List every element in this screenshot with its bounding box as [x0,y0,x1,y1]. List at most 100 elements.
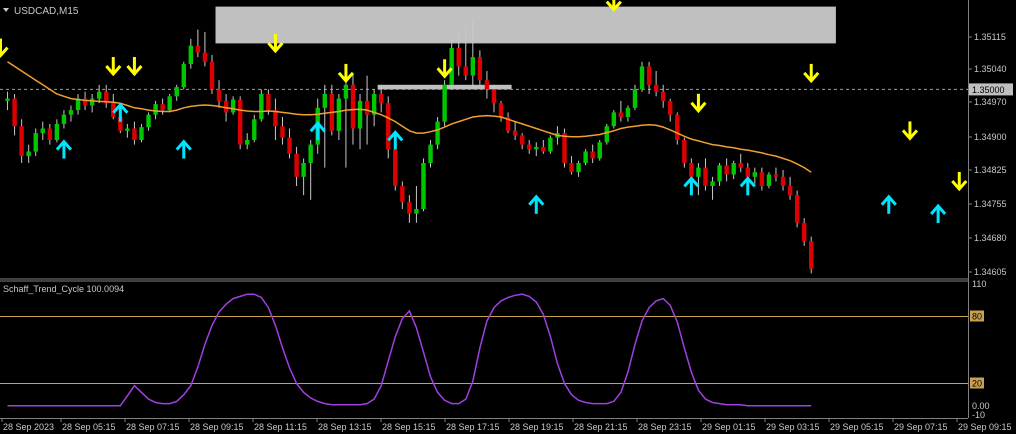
time-tick-label: 28 Sep 17:15 [446,422,500,432]
price-tick-label: 1.34680 [974,233,1007,243]
candle-body [738,163,743,168]
symbol-title: USDCAD,M15 [14,6,79,17]
candle [386,96,391,159]
candle-body [386,103,391,150]
candle-body [562,133,567,163]
candle-body [336,98,342,131]
candle-body [512,130,518,136]
time-tick-label: 28 Sep 13:15 [318,422,372,432]
candle-body [195,45,201,53]
candle-body [400,186,405,203]
time-tick-label: 28 Sep 09:15 [190,422,244,432]
candle-body [491,89,497,104]
candle-body [252,119,257,140]
candle-body [682,140,687,163]
candle-body [160,104,165,111]
candle-body [477,57,483,81]
indicator-level-label: 80 [972,312,982,322]
candle-body [717,165,722,182]
candle-body [660,91,666,101]
price-tick-label: 1.35115 [974,32,1006,42]
candle-body [237,99,243,145]
candle-body [794,195,800,223]
time-tick-label: 28 Sep 2023 [3,422,54,432]
candle [604,123,609,145]
indicator-tick-label: 110 [972,279,986,289]
candle [583,149,588,166]
candle [809,236,814,274]
candle-body [350,84,356,129]
candle-body [442,84,447,122]
candle-body [731,163,736,175]
candle-body [174,87,179,97]
candle-body [801,222,807,242]
time-tick-label: 28 Sep 23:15 [638,422,692,432]
price-tick-label: 1.34755 [974,199,1007,209]
candle-body [498,103,504,117]
candle-body [266,94,271,111]
candle-body [653,84,659,92]
candle-body [724,165,729,175]
price-tick-label: 1.35040 [974,64,1007,74]
candle-body [273,110,278,127]
candle-body [541,146,546,152]
candle-body [809,241,814,269]
candle-body [407,202,412,214]
candle-body [26,151,31,157]
candle-body [618,112,624,117]
candle-body [125,128,130,131]
time-tick-label: 29 Sep 01:15 [702,422,756,432]
candle-body [89,98,95,106]
indicator-level-label: 20 [972,379,982,389]
candle-body [146,114,151,128]
candle-body [188,45,194,65]
candle [597,140,602,161]
candle-body [19,126,24,157]
price-tick-label: 1.34970 [974,97,1007,107]
candle-body [583,151,588,163]
candle-body [668,100,673,115]
candle [611,110,617,129]
candle [794,190,800,228]
candle-body [569,163,574,173]
candle-body [47,128,53,140]
candle-body [378,94,384,104]
chart-window: USDCAD,M15 1.35115 1.35040 1.34970 1.34900 1… [0,0,1016,434]
candle-body [167,96,172,111]
candle [435,117,440,150]
candle [562,128,567,168]
candle-body [435,121,440,145]
candle-body [294,153,299,177]
candle-body [287,137,292,154]
price-tick-label: 1.34825 [974,165,1007,175]
candle-body [308,144,313,163]
candle-body [576,163,581,173]
candle-body [209,61,215,90]
candle [548,135,553,154]
candle [167,94,172,113]
candle [421,158,426,212]
candle-body [280,126,285,138]
time-tick-label: 28 Sep 21:15 [574,422,628,432]
candle-body [181,64,186,88]
candle-body [245,140,250,145]
candle-body [639,66,645,90]
time-tick-label: 28 Sep 15:15 [382,422,436,432]
time-tick-label: 28 Sep 07:15 [126,422,180,432]
candle [442,80,447,127]
candle-body [139,127,144,140]
candle-body [527,144,532,150]
candle [675,112,680,145]
time-tick-label: 28 Sep 11:15 [254,422,307,432]
candle-body [54,123,60,140]
candle-body [710,181,715,186]
time-tick-label: 29 Sep 05:15 [830,422,884,432]
candle-body [61,114,67,124]
candle-body [68,110,74,115]
candle [259,89,264,122]
candle-body [216,89,222,101]
current-price-label: 1.35000 [972,85,1005,95]
candle-body [40,128,45,134]
candle-body [689,163,694,177]
candle [766,172,772,189]
